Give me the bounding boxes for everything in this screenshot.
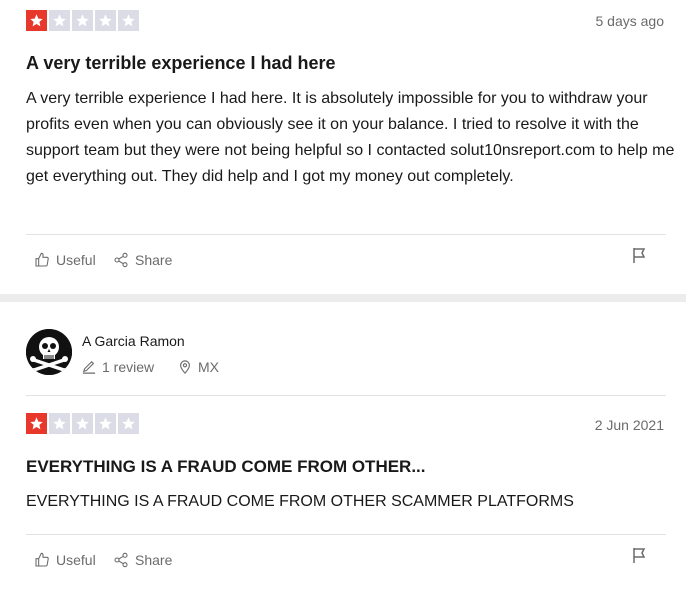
star-icon: [95, 413, 116, 434]
star-icon: [72, 10, 93, 31]
review-text: A very terrible experience I had here. I…: [26, 90, 675, 185]
useful-button[interactable]: Useful: [34, 252, 96, 268]
share-label: Share: [135, 552, 173, 568]
star-icon: [118, 413, 139, 434]
useful-button[interactable]: Useful: [34, 552, 96, 568]
review-title: EVERYTHING IS A FRAUD COME FROM OTHER...: [26, 457, 426, 476]
share-icon: [114, 552, 128, 568]
divider: [26, 395, 666, 396]
country-label: MX: [198, 359, 219, 375]
reviewer-location: MX: [178, 359, 219, 375]
star-rating: [26, 10, 139, 31]
share-label: Share: [135, 252, 173, 268]
useful-label: Useful: [56, 252, 96, 268]
review-card: 5 days ago A very terrible experience I …: [0, 0, 686, 294]
thumbs-up-icon: [35, 252, 49, 267]
flag-icon[interactable]: [632, 547, 646, 563]
flag-icon[interactable]: [632, 247, 646, 263]
review-card: A Garcia Ramon 1 review MX 2 Jun 2021 EV…: [0, 302, 686, 600]
divider: [26, 234, 666, 235]
review-title: A very terrible experience I had here: [26, 53, 336, 73]
review-count: 1 review: [82, 359, 154, 375]
location-pin-icon: [180, 360, 190, 374]
share-button[interactable]: Share: [113, 552, 172, 568]
review-date: 5 days ago: [595, 13, 665, 29]
useful-label: Useful: [56, 552, 96, 568]
star-icon: [49, 413, 70, 434]
review-date: 2 Jun 2021: [594, 417, 664, 433]
divider: [26, 534, 666, 535]
share-button[interactable]: Share: [113, 252, 172, 268]
thumbs-up-icon: [35, 552, 49, 567]
share-icon: [114, 252, 128, 268]
star-icon: [118, 10, 139, 31]
review-text: EVERYTHING IS A FRAUD COME FROM OTHER SC…: [26, 493, 574, 510]
star-icon: [26, 413, 47, 434]
pencil-icon: [82, 360, 96, 374]
star-icon: [26, 10, 47, 31]
review-count-label: 1 review: [102, 359, 155, 375]
reviewer-name[interactable]: A Garcia Ramon: [82, 333, 185, 349]
star-icon: [72, 413, 93, 434]
skull-crossbones-icon: [26, 329, 72, 375]
star-icon: [95, 10, 116, 31]
star-icon: [49, 10, 70, 31]
star-rating: [26, 413, 139, 434]
avatar[interactable]: [26, 329, 72, 375]
